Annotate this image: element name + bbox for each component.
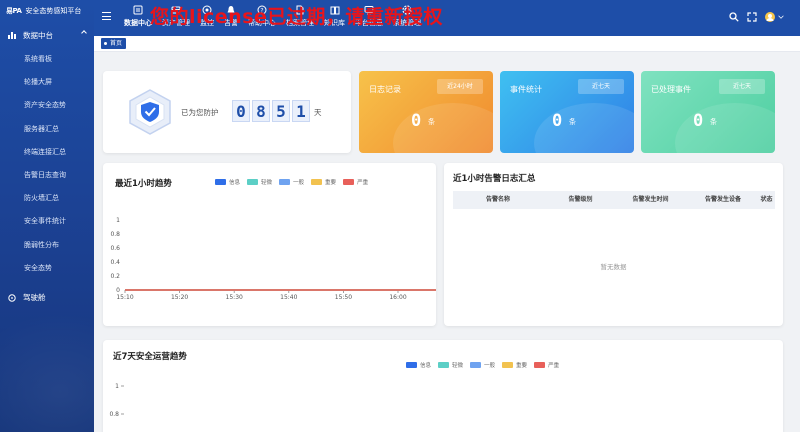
- license-expired-banner: 您的license已过期，请重新授权: [150, 6, 443, 28]
- avatar[interactable]: [765, 12, 775, 22]
- y-tick-label: 0.8: [110, 231, 120, 238]
- column-header[interactable]: 告警级别: [548, 191, 613, 209]
- column-header[interactable]: 告警名称: [453, 191, 548, 209]
- stat-title: 事件统计: [510, 85, 542, 94]
- y-tick-label: 1: [116, 217, 120, 224]
- chevron-down-icon[interactable]: [778, 12, 784, 22]
- sidebar-item[interactable]: 轮播大屏: [0, 71, 94, 94]
- x-tick-label: 16:00: [389, 294, 406, 301]
- top-right-tools: [721, 12, 784, 22]
- x-tick-label: 15:10: [116, 294, 133, 301]
- table-header: 告警名称 告警级别 告警发生时间 告警发生设备 状态: [453, 191, 775, 209]
- x-tick-label: 15:50: [335, 294, 352, 301]
- y-tick-label: 0.4: [110, 259, 120, 266]
- shield-icon: [129, 89, 171, 135]
- sidebar-group2-label: 驾驶舱: [23, 293, 46, 303]
- sidebar-item[interactable]: 防火墙汇总: [0, 187, 94, 210]
- protection-days-card: 已为您防护 0 8 5 1 天: [103, 71, 351, 153]
- stat-title: 日志记录: [369, 85, 401, 94]
- chevron-up-icon: [81, 30, 87, 36]
- handled-events-card[interactable]: 已处理事件 近七天 0 条: [641, 71, 775, 153]
- stat-value: 0: [693, 111, 704, 131]
- tags-view-bar: 首页: [94, 36, 800, 52]
- card-title: 近1小时告警日志汇总: [453, 174, 536, 184]
- sidebar-item[interactable]: 安全事件统计: [0, 210, 94, 233]
- y-tick-label: 1: [115, 383, 119, 390]
- sidebar-item[interactable]: 服务器汇总: [0, 118, 94, 141]
- x-tick-label: 15:30: [226, 294, 243, 301]
- days-digit: 0: [232, 100, 250, 122]
- sidebar-menu: 系统看板 轮播大屏 资产安全态势 服务器汇总 终端连接汇总 告警日志查询 防火墙汇总 安全事件…: [0, 48, 94, 280]
- sidebar-item[interactable]: 安全态势: [0, 257, 94, 280]
- sidebar-item[interactable]: 系统看板: [0, 48, 94, 71]
- column-header[interactable]: 告警发生设备: [688, 191, 758, 209]
- protect-unit: 天: [314, 108, 322, 117]
- stat-value: 0: [552, 111, 563, 131]
- app-title: 安全态势感知平台: [25, 7, 82, 15]
- period-badge: 近七天: [719, 79, 765, 94]
- sidebar-item[interactable]: 告警日志查询: [0, 164, 94, 187]
- log-records-card[interactable]: 日志记录 近24小时 0 条: [359, 71, 493, 153]
- protect-days-counter: 0 8 5 1: [232, 100, 312, 122]
- sidebar: 易PA 安全态势感知平台 数据中台 系统看板 轮播大屏 资产安全态势 服务器汇总 终端连…: [0, 0, 94, 432]
- nav-item[interactable]: 数据中心: [124, 0, 152, 36]
- cockpit-icon: [8, 294, 16, 302]
- column-header[interactable]: 状态: [758, 191, 775, 209]
- stat-unit: 条: [710, 118, 717, 126]
- bar-chart-icon: [8, 32, 16, 39]
- top-header: 数据中心 资产管理 监控 告警? 帮助中心 档案管理 知识库 平台信息 系统管理 您的licen…: [94, 0, 800, 36]
- tab-home[interactable]: 首页: [101, 38, 127, 49]
- app-logo[interactable]: 易PA 安全态势感知平台: [0, 0, 94, 22]
- period-badge: 近七天: [578, 79, 624, 94]
- stat-unit: 条: [569, 118, 576, 126]
- sidebar-item[interactable]: 终端连接汇总: [0, 141, 94, 164]
- logo-mark: 易PA: [6, 7, 22, 15]
- search-icon[interactable]: [729, 12, 739, 22]
- weekly-trend-chart: 10.8: [109, 383, 124, 418]
- alarm-summary-card: 近1小时告警日志汇总 告警名称 告警级别 告警发生时间 告警发生设备 状态 暂无数据: [444, 163, 783, 326]
- empty-state: 暂无数据: [600, 263, 627, 271]
- sidebar-group-cockpit[interactable]: 驾驶舱: [0, 285, 94, 311]
- hourly-trend-chart: 0 0.2 0.4 0.6 0.8 1 15:10 15:20 15:30 15:40 15:50 1…: [110, 217, 436, 301]
- sidebar-item[interactable]: 脆弱性分布: [0, 234, 94, 257]
- column-header[interactable]: 告警发生时间: [613, 191, 688, 209]
- y-tick-label: 0.2: [110, 273, 120, 280]
- period-badge: 近24小时: [437, 79, 483, 94]
- stat-unit: 条: [428, 118, 435, 126]
- hourly-trend-card: 最近1小时趋势 信息 轻微 一般 重要 严重 0 0.2 0.4 0.6 0.8 1 15:10 15…: [103, 163, 436, 326]
- fullscreen-icon[interactable]: [747, 12, 757, 22]
- days-digit: 8: [252, 100, 270, 122]
- protect-label: 已为您防护: [181, 108, 219, 117]
- data-center-icon: [133, 5, 143, 15]
- x-tick-label: 15:20: [171, 294, 188, 301]
- menu-toggle-icon[interactable]: [102, 12, 111, 20]
- days-digit: 5: [272, 100, 290, 122]
- sidebar-group-label: 数据中台: [23, 30, 53, 40]
- y-tick-label: 0.6: [110, 245, 120, 252]
- weekly-trend-card: 近7天安全运营趋势 信息 轻微 一般 重要 严重 1 0.8: [103, 340, 783, 432]
- days-digit: 1: [292, 100, 310, 122]
- event-stats-card[interactable]: 事件统计 近七天 0 条: [500, 71, 634, 153]
- y-tick-label: 0.8: [109, 411, 119, 418]
- stat-title: 已处理事件: [651, 85, 691, 94]
- x-tick-label: 15:40: [280, 294, 297, 301]
- y-tick-label: 0: [116, 287, 120, 294]
- stat-value: 0: [411, 111, 422, 131]
- sidebar-group-data-center[interactable]: 数据中台: [0, 22, 94, 48]
- nav-item-label: 数据中心: [124, 19, 152, 27]
- sidebar-item[interactable]: 资产安全态势: [0, 94, 94, 117]
